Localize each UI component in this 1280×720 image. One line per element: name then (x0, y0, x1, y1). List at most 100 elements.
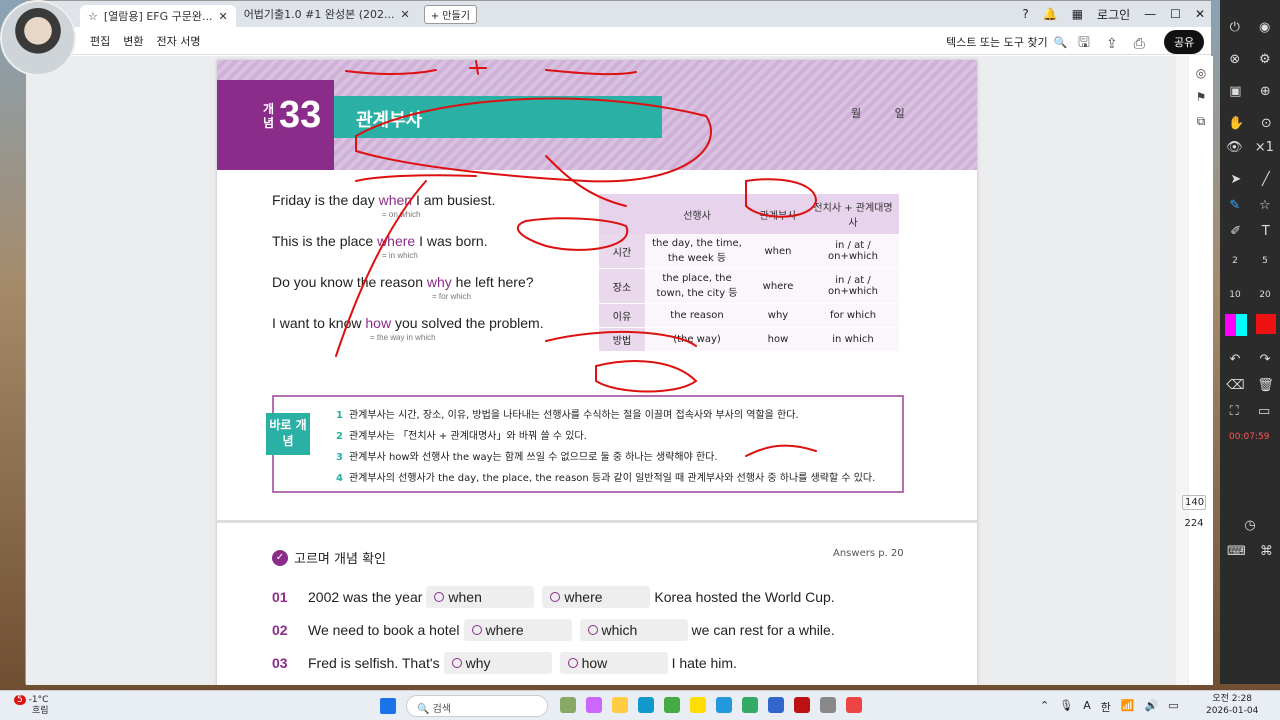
taskbar-apps (560, 697, 862, 713)
folder-icon[interactable] (612, 697, 628, 713)
option-button[interactable]: which (579, 619, 688, 641)
battery-icon[interactable]: ▭ (1168, 699, 1178, 715)
settings-icon[interactable]: ⚙ (1259, 52, 1271, 67)
trash-icon[interactable]: 🗑 (1257, 378, 1274, 393)
menu-esign[interactable]: 전자 서명 (157, 33, 201, 49)
print-icon[interactable]: ⎙ (1134, 36, 1145, 52)
radio-icon (451, 658, 462, 668)
help-icon[interactable]: ? (1022, 7, 1028, 21)
line-tool-icon[interactable]: ╱ (1262, 172, 1270, 187)
option-button[interactable]: when (426, 586, 535, 608)
pip-icon[interactable]: ▣ (1229, 84, 1241, 99)
table-row: 이유 the reason why for which (599, 303, 899, 328)
radio-icon (550, 592, 561, 602)
save-icon[interactable]: 🖫 (1078, 32, 1090, 56)
app-icon[interactable] (820, 697, 836, 713)
screenshot-icon[interactable]: ⛶ (1230, 404, 1239, 419)
concept-tag: 바로 개념 (266, 413, 310, 455)
keyboard-icon[interactable]: ⌨ (1227, 544, 1246, 559)
radio-icon (567, 658, 578, 668)
hand-icon[interactable]: ✋ (1228, 116, 1244, 131)
zoom-in-icon[interactable]: ⊕ (1260, 84, 1271, 99)
menu-convert[interactable]: 변환 (123, 33, 143, 49)
upload-icon[interactable]: ⇪ (1106, 36, 1118, 52)
option-button[interactable]: why (443, 652, 552, 674)
option-button[interactable]: where (542, 586, 651, 608)
undo-icon[interactable]: ↶ (1230, 352, 1241, 367)
pen-icon[interactable]: ✎ (1229, 198, 1240, 213)
check-icon: ✓ (272, 549, 288, 566)
stop-icon[interactable]: ⊗ (1229, 52, 1240, 67)
tab-document-1[interactable]: ☆ [열람용] EFG 구문완... ✕ (80, 5, 236, 27)
question-row: 01 2002 was the year when where Korea ho… (272, 586, 835, 608)
eraser-icon[interactable]: ⌫ (1226, 378, 1244, 393)
ime-indicator[interactable]: 한 (1101, 699, 1111, 715)
pen-size[interactable]: 10 (1229, 290, 1240, 300)
color-swatches[interactable] (1224, 314, 1247, 336)
badge-number: 33 (279, 94, 322, 136)
concept-badge: 개념 33 (217, 80, 334, 170)
power-icon[interactable]: ⏻ (1230, 20, 1240, 35)
apps-grid-icon[interactable]: ▦ (1072, 7, 1083, 21)
edge-icon[interactable] (638, 697, 654, 713)
comment-icon[interactable]: ◎ (1196, 66, 1206, 80)
chrome-icon[interactable] (664, 697, 680, 713)
wifi-icon[interactable]: 📶 (1121, 699, 1135, 715)
badge-kanji: 개념 (263, 102, 275, 130)
chat-icon[interactable] (690, 697, 706, 713)
new-tab-button[interactable]: + 만들기 (423, 4, 477, 24)
title-bar: ⌂ ☆ [열람용] EFG 구문완... ✕ 어법기출1.0 #1 완성본 (2… (26, 1, 1211, 27)
red-swatch[interactable] (1255, 314, 1276, 334)
app-icon[interactable] (586, 697, 602, 713)
minimize-icon[interactable]: — (1144, 7, 1156, 21)
vertical-scrollbar[interactable] (1176, 56, 1188, 685)
clock[interactable]: 오전 2:28 2026-01-04 (1206, 693, 1258, 717)
option-button[interactable]: where (463, 619, 572, 641)
star-icon[interactable]: ☆ (88, 10, 98, 23)
find-tools[interactable]: 텍스트 또는 도구 찾기 🔍 (946, 34, 1067, 50)
marker-icon[interactable]: ✐ (1230, 224, 1241, 239)
login-button[interactable]: 로그인 (1097, 6, 1130, 23)
volume-icon[interactable]: 🔊 (1145, 699, 1159, 715)
app-icon[interactable] (846, 697, 862, 713)
share-button[interactable]: 공유 (1164, 30, 1205, 54)
windows-start-icon[interactable] (380, 698, 396, 714)
app-icon[interactable] (768, 697, 784, 713)
bell-icon[interactable]: 🔔 (1043, 7, 1058, 21)
taskbar-search[interactable]: 🔍 검색 (406, 695, 548, 717)
eye-icon[interactable]: 👁 (1226, 140, 1243, 155)
list-item: 2 관계부사는 「전치사 + 관계대명사」와 바꿔 쓸 수 있다. (336, 431, 587, 442)
bookmark-icon[interactable]: ⚑ (1196, 90, 1207, 104)
concept-box: 바로 개념 1 관계부사는 시간, 장소, 이유, 방법을 나타내는 선행사를 수… (266, 395, 904, 493)
star-tool-icon[interactable]: ☆ (1259, 198, 1271, 213)
mic-icon[interactable]: 🎙 (1059, 699, 1073, 715)
text-tool-icon[interactable]: T (1262, 224, 1270, 239)
timer-icon[interactable]: ◷ (1244, 518, 1255, 533)
font-icon[interactable]: A (1083, 699, 1091, 715)
pen-size[interactable]: 5 (1262, 256, 1268, 266)
camera-icon[interactable]: ◉ (1259, 20, 1270, 35)
copy-icon[interactable]: ⧉ (1197, 114, 1206, 129)
close-icon[interactable]: ✕ (401, 8, 410, 21)
weather-widget[interactable]: 5 -1°C 흐림 (14, 695, 49, 717)
maximize-icon[interactable]: ☐ (1170, 7, 1181, 21)
app-icon[interactable] (560, 697, 576, 713)
acrobat-icon[interactable] (794, 697, 810, 713)
pen-size[interactable]: 2 (1232, 256, 1238, 266)
redo-icon[interactable]: ↷ (1260, 352, 1271, 367)
mouse-icon[interactable]: ⌘ (1260, 544, 1273, 559)
pen-size[interactable]: 20 (1259, 290, 1270, 300)
menu-edit[interactable]: 편집 (90, 33, 110, 49)
tab-document-2[interactable]: 어법기출1.0 #1 완성본 (202... ✕ (236, 3, 418, 25)
app-icon[interactable] (742, 697, 758, 713)
telegram-icon[interactable] (716, 697, 732, 713)
close-icon[interactable]: ✕ (218, 10, 227, 23)
whiteboard-icon[interactable]: ▭ (1258, 404, 1270, 419)
option-button[interactable]: how (559, 652, 668, 674)
current-page[interactable]: 140 (1182, 495, 1206, 510)
close-window-icon[interactable]: ✕ (1195, 7, 1205, 21)
pointer-tool-icon[interactable]: ➤ (1230, 172, 1241, 187)
target-icon[interactable]: ⊙ (1261, 116, 1272, 131)
chevron-up-icon[interactable]: ⌃ (1040, 699, 1049, 715)
annotation-tool-panel: ⏻ ◉ ⊗ ⚙ ▣ ⊕ ✋ ⊙ 👁 ×1 ➤ ╱ ✎ ☆ ✐ T 2 5 10 20 ↶ ↷ ⌫ 🗑 ⛶… (1220, 0, 1280, 684)
